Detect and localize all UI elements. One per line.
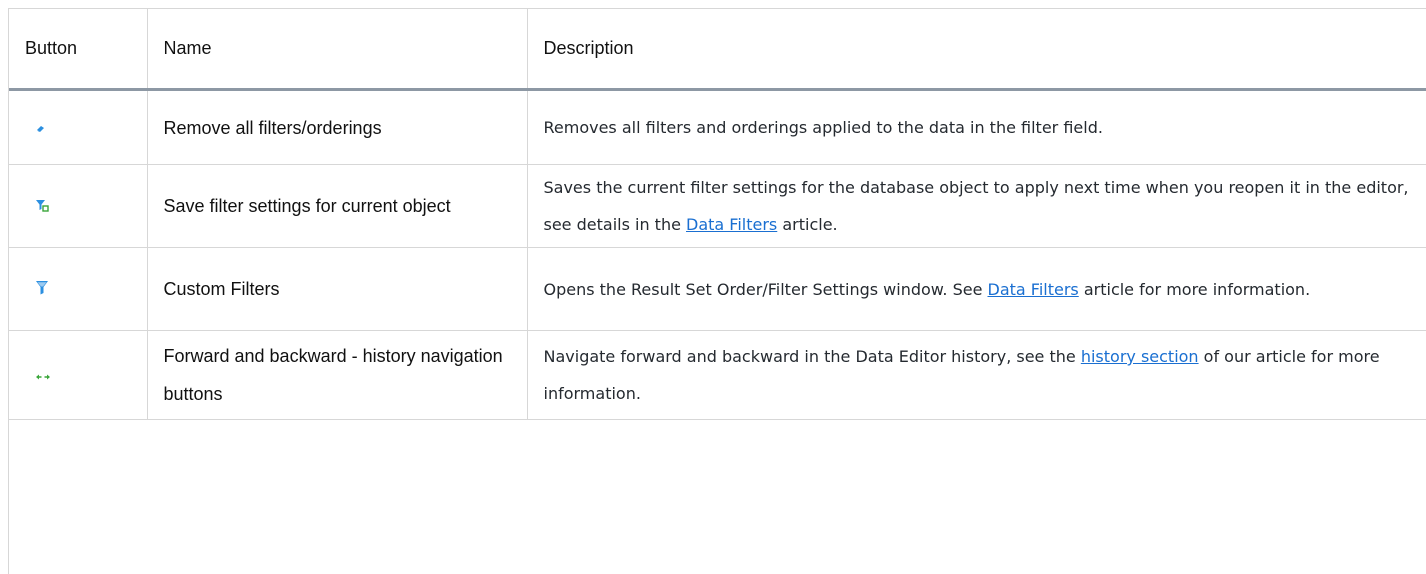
description-text: article for more information.	[1078, 279, 1311, 299]
button-description: Navigate forward and backward in the Dat…	[527, 330, 1426, 420]
description-text: Saves the current filter settings for th…	[543, 178, 1409, 234]
table-row: Remove all filters/orderings Removes all…	[9, 89, 1426, 165]
filter-save-icon	[35, 199, 49, 212]
button-name: Forward and backward - history navigatio…	[147, 330, 528, 420]
button-name: Save filter settings for current object	[147, 164, 528, 248]
buttons-table: Button Name Description Remove all filte…	[9, 9, 1426, 420]
data-filters-link[interactable]: Data Filters	[988, 280, 1079, 299]
description-text: Removes all filters and orderings applie…	[543, 118, 1103, 137]
button-description: Opens the Result Set Order/Filter Settin…	[527, 247, 1426, 331]
button-description: Saves the current filter settings for th…	[527, 164, 1426, 248]
button-cell	[9, 89, 148, 165]
button-description: Removes all filters and orderings applie…	[527, 89, 1426, 165]
description-text: Opens the Result Set Order/Filter Settin…	[543, 279, 988, 299]
button-cell	[9, 247, 148, 331]
button-cell	[9, 164, 148, 248]
description-text: article.	[777, 215, 838, 234]
forward-backward-arrows-icon	[35, 373, 51, 381]
filter-icon	[35, 280, 49, 295]
eraser-icon	[35, 123, 47, 133]
table-row: Custom Filters Opens the Result Set Orde…	[9, 247, 1426, 331]
table-header-row: Button Name Description	[9, 9, 1426, 91]
table-row: Forward and backward - history navigatio…	[9, 330, 1426, 420]
column-header-name: Name	[147, 9, 528, 91]
button-name: Custom Filters	[147, 247, 528, 331]
history-section-link[interactable]: history section	[1081, 347, 1199, 366]
button-cell	[9, 330, 148, 420]
data-filters-link[interactable]: Data Filters	[686, 215, 777, 234]
table-row: Save filter settings for current object …	[9, 164, 1426, 248]
buttons-table-container: Button Name Description Remove all filte…	[8, 8, 1426, 574]
column-header-description: Description	[527, 9, 1426, 91]
description-text: Navigate forward and backward in the Dat…	[543, 347, 1081, 366]
button-name: Remove all filters/orderings	[147, 89, 528, 165]
column-header-button: Button	[9, 9, 148, 91]
